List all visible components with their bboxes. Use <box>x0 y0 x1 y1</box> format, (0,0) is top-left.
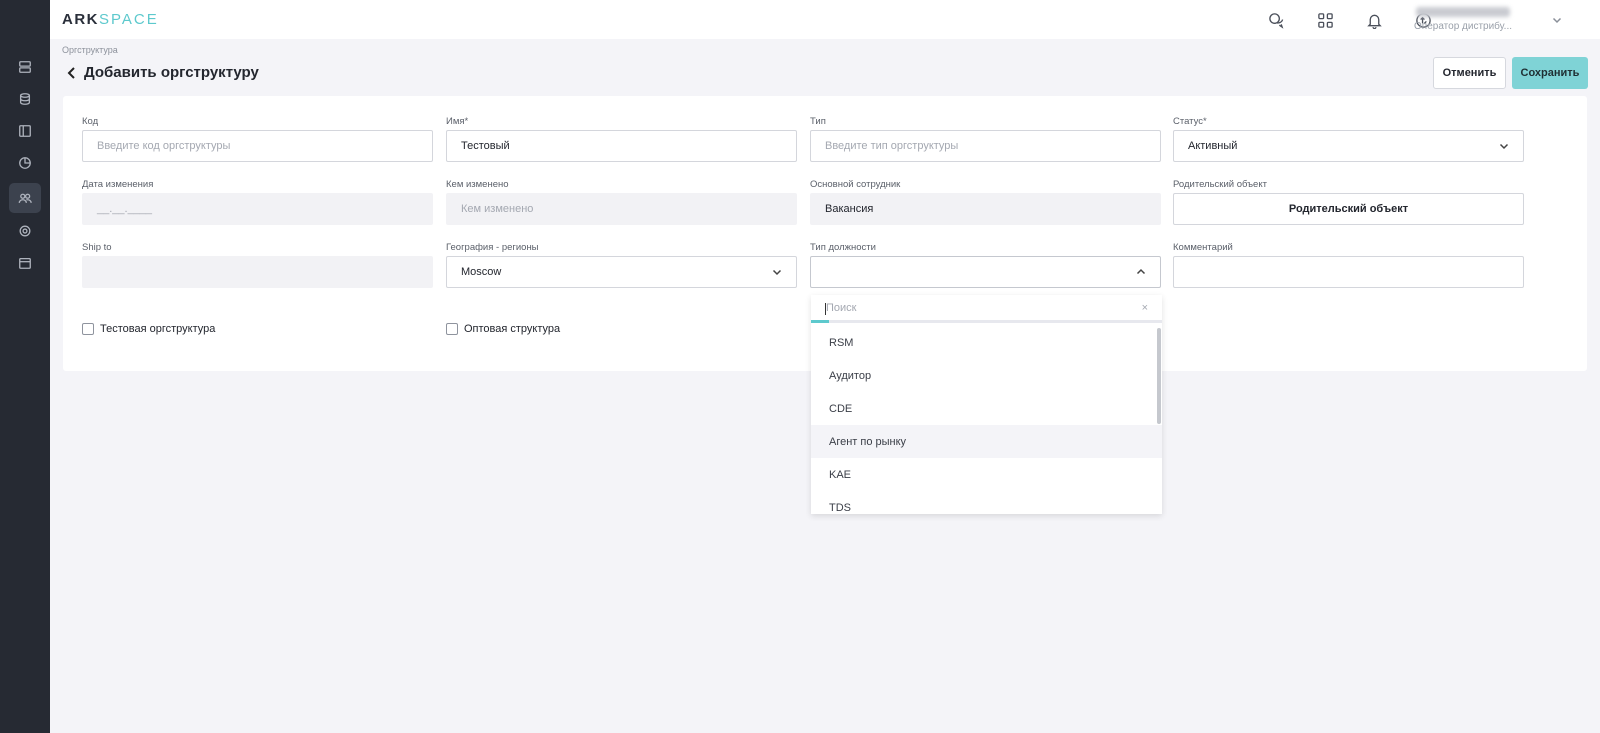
changed-date-label: Дата изменения <box>82 179 154 190</box>
dropdown-option[interactable]: TDS <box>811 491 1162 514</box>
comment-label: Комментарий <box>1173 242 1233 253</box>
sidebar-item-server[interactable] <box>9 52 41 82</box>
dropdown-options: RSM Аудитор CDE Агент по рынку KAE TDS <box>811 326 1162 514</box>
wholesale-structure-checkbox[interactable] <box>446 323 458 335</box>
sidebar-item-layout[interactable] <box>9 116 41 146</box>
chat-button[interactable] <box>1266 10 1286 30</box>
position-type-dropdown: Поиск × RSM Аудитор CDE Агент по рынку K… <box>811 295 1162 514</box>
dropdown-scrollbar[interactable] <box>1157 328 1161 424</box>
type-label: Тип <box>810 116 826 127</box>
ship-to-input <box>82 256 433 288</box>
notifications-button[interactable] <box>1364 10 1384 30</box>
changed-by-field-group: Кем изменено Кем изменено <box>446 179 797 225</box>
main-employee-label: Основной сотрудник <box>810 179 901 190</box>
comment-field-group: Комментарий <box>1173 242 1524 288</box>
name-label: Имя* <box>446 116 469 127</box>
main-employee-field-group: Основной сотрудник Вакансия <box>810 179 1161 225</box>
position-type-field-group: Тип должности <box>810 242 1161 288</box>
chevron-up-icon <box>1136 267 1146 277</box>
parent-field-group: Родительский объект Родительский объект <box>1173 179 1524 225</box>
brand-logo-part2: SPACE <box>99 11 159 28</box>
changed-by-input: Кем изменено <box>446 193 797 225</box>
dropdown-option[interactable]: Аудитор <box>811 359 1162 392</box>
code-field-group: Код Введите код оргструктуры <box>82 116 433 162</box>
test-orgstructure-checkbox-row[interactable]: Тестовая оргструктура <box>82 323 215 335</box>
name-field-group: Имя* Тестовый <box>446 116 797 162</box>
geography-value: Moscow <box>461 266 502 278</box>
geography-label: География - регионы <box>446 242 539 253</box>
dropdown-option[interactable]: KAE <box>811 458 1162 491</box>
database-icon <box>19 93 31 105</box>
pie-chart-icon <box>19 157 31 169</box>
dropdown-search-input[interactable]: Поиск <box>826 302 856 314</box>
changed-by-label: Кем изменено <box>446 179 509 190</box>
position-type-label: Тип должности <box>810 242 876 253</box>
chat-icon <box>1268 12 1283 29</box>
parent-object-button[interactable]: Родительский объект <box>1173 193 1524 225</box>
save-button[interactable]: Сохранить <box>1512 57 1588 89</box>
user-menu-chevron[interactable] <box>1552 14 1562 28</box>
sidebar-item-users[interactable] <box>9 183 41 213</box>
server-icon <box>19 61 31 73</box>
user-menu[interactable]: Оператор дистрибу... <box>1414 6 1538 32</box>
apps-grid-icon <box>1317 12 1333 28</box>
status-value: Активный <box>1188 140 1238 152</box>
changed-date-field-group: Дата изменения __.__.____ <box>82 179 433 225</box>
chevron-down-icon <box>1499 141 1509 151</box>
bell-icon <box>1366 14 1382 29</box>
breadcrumb[interactable]: Оргструктура <box>62 45 118 55</box>
chevron-left-icon <box>67 67 75 79</box>
cancel-button[interactable]: Отменить <box>1433 57 1506 89</box>
changed-date-input: __.__.____ <box>82 193 433 225</box>
ship-to-label: Ship to <box>82 242 112 253</box>
dropdown-search[interactable]: Поиск × <box>811 295 1162 323</box>
main-employee-input: Вакансия <box>810 193 1161 225</box>
position-type-select[interactable] <box>810 256 1161 288</box>
type-field-group: Тип Введите тип оргструктуры <box>810 116 1161 162</box>
settings-icon <box>19 225 31 237</box>
sidebar-item-calendar[interactable] <box>9 248 41 278</box>
name-input[interactable]: Тестовый <box>446 130 797 162</box>
back-button[interactable] <box>66 66 78 80</box>
ship-to-field-group: Ship to <box>82 242 433 288</box>
layout-icon <box>19 125 31 137</box>
chevron-down-icon <box>772 267 782 277</box>
status-label: Статус* <box>1173 116 1207 127</box>
user-name-blurred <box>1416 7 1510 17</box>
sidebar <box>0 0 50 733</box>
geography-select[interactable]: Moscow <box>446 256 797 288</box>
clear-icon[interactable]: × <box>1142 302 1148 314</box>
code-label: Код <box>82 116 99 127</box>
dropdown-option[interactable]: CDE <box>811 392 1162 425</box>
chevron-down-icon <box>1552 17 1562 24</box>
wholesale-structure-label: Оптовая структура <box>464 323 561 335</box>
user-role: Оператор дистрибу... <box>1414 21 1513 32</box>
status-field-group: Статус* Активный <box>1173 116 1524 162</box>
users-icon <box>18 193 32 203</box>
brand-logo-part1: ARK <box>62 11 99 28</box>
dropdown-option[interactable]: RSM <box>811 326 1162 359</box>
type-input[interactable]: Введите тип оргструктуры <box>810 130 1161 162</box>
brand-logo[interactable]: ARKSPACE <box>62 11 159 28</box>
sidebar-item-settings[interactable] <box>9 216 41 246</box>
wholesale-structure-checkbox-row[interactable]: Оптовая структура <box>446 323 560 335</box>
comment-input[interactable] <box>1173 256 1524 288</box>
dropdown-option-hovered[interactable]: Агент по рынку <box>811 425 1162 458</box>
status-select[interactable]: Активный <box>1173 130 1524 162</box>
sidebar-item-reports[interactable] <box>9 148 41 178</box>
parent-label: Родительский объект <box>1173 179 1267 190</box>
sidebar-item-database[interactable] <box>9 84 41 114</box>
test-orgstructure-label: Тестовая оргструктура <box>100 323 216 335</box>
page-title: Добавить оргструктуру <box>84 64 259 81</box>
code-input[interactable]: Введите код оргструктуры <box>82 130 433 162</box>
geography-field-group: География - регионы Moscow <box>446 242 797 288</box>
apps-button[interactable] <box>1315 10 1335 30</box>
test-orgstructure-checkbox[interactable] <box>82 323 94 335</box>
loading-indicator <box>811 320 829 323</box>
calendar-icon <box>19 257 31 269</box>
